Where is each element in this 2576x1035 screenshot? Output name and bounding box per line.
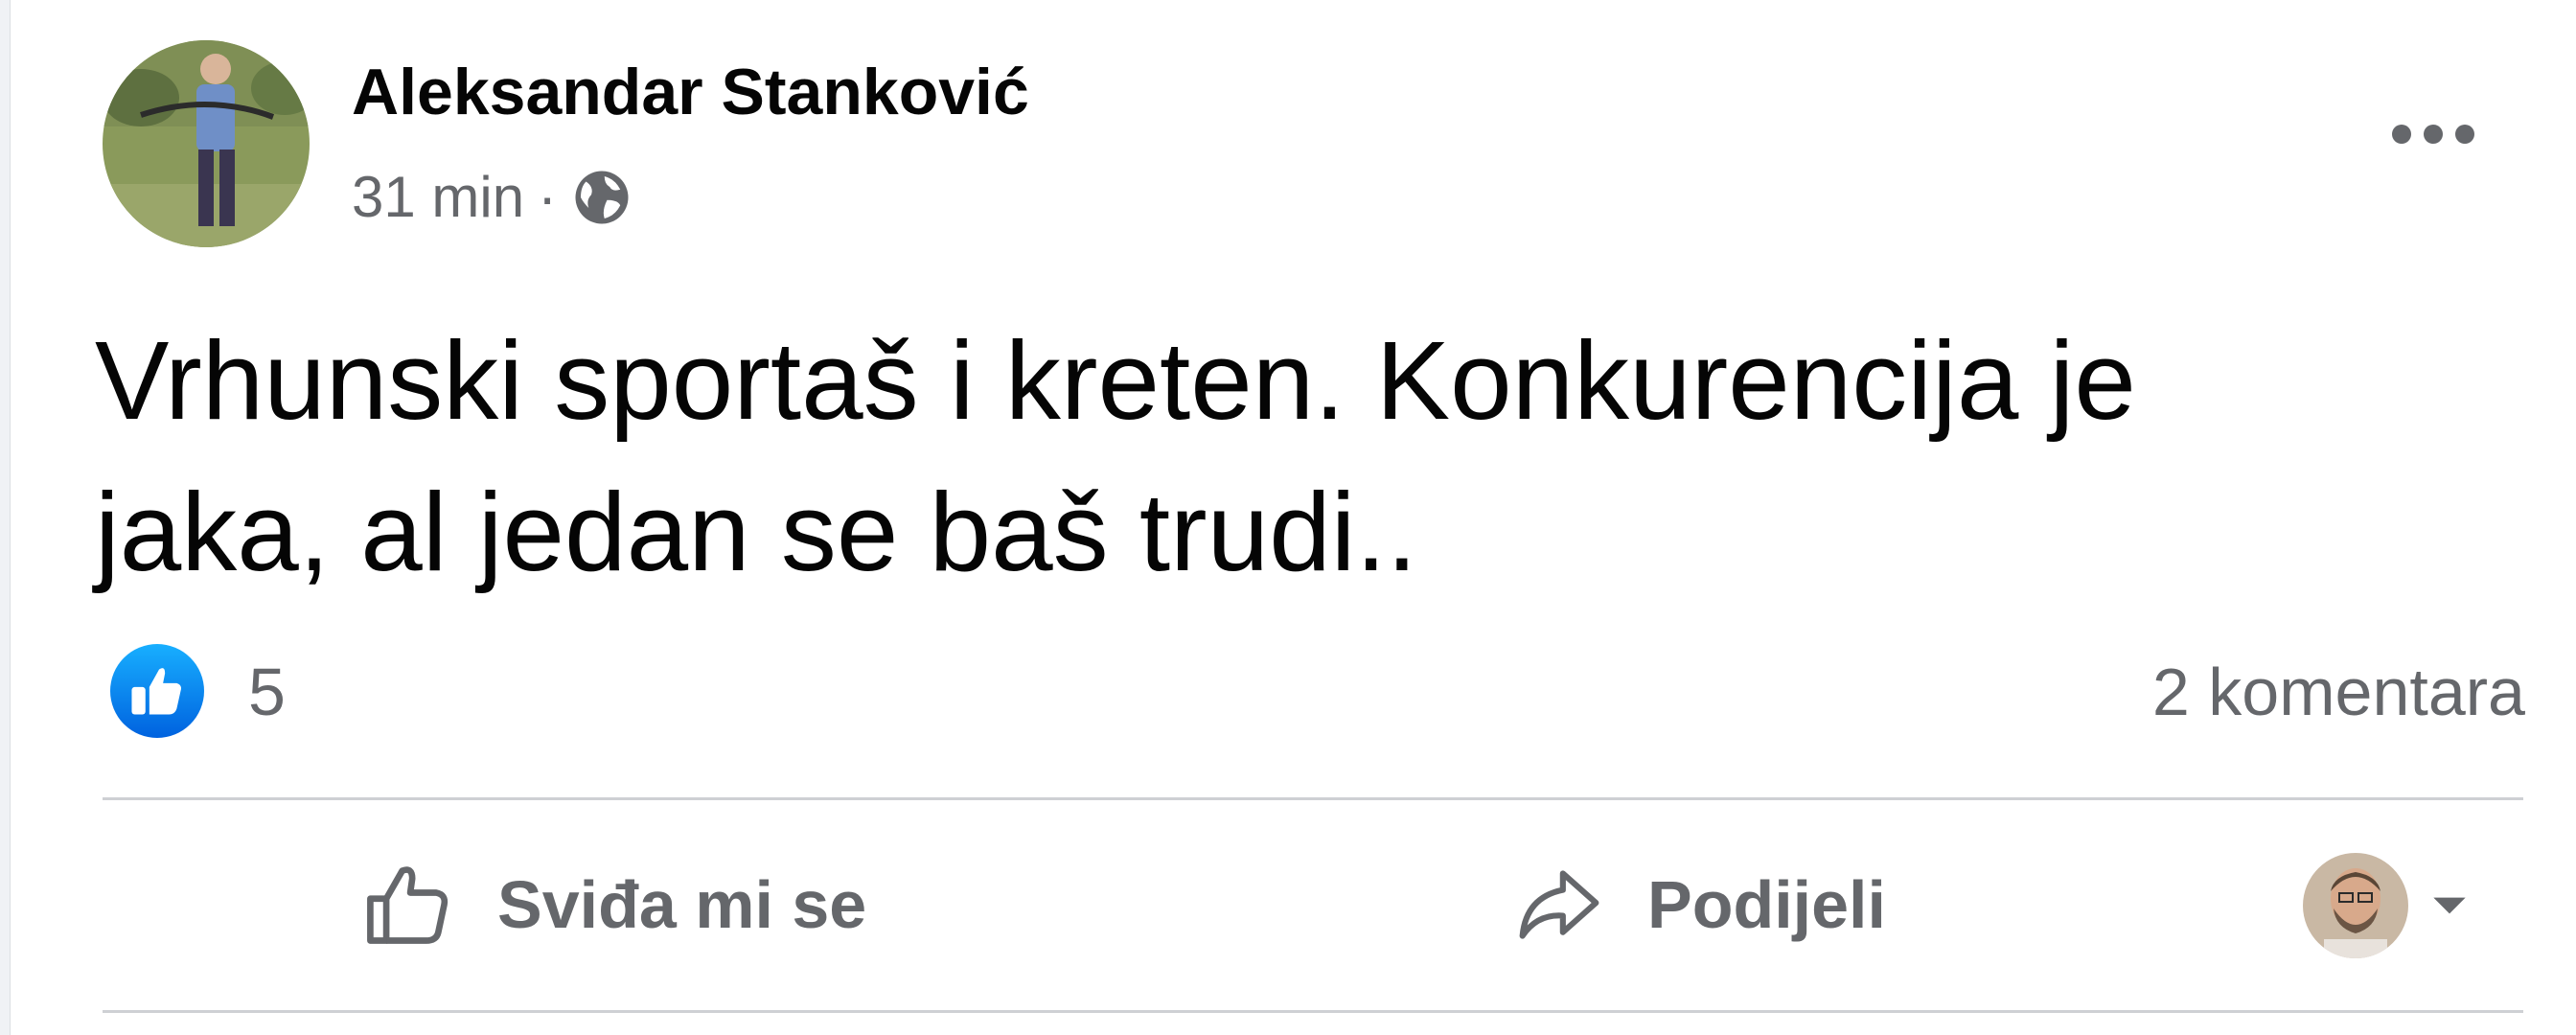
author-name[interactable]: Aleksandar Stanković <box>352 54 1029 130</box>
current-user-avatar <box>2303 853 2408 958</box>
caret-down-icon <box>2433 897 2466 914</box>
like-button[interactable]: Sviđa mi se <box>359 847 866 962</box>
reaction-count[interactable]: 5 <box>248 652 286 732</box>
globe-icon[interactable] <box>570 166 633 229</box>
post-meta: 31 min · <box>352 163 633 232</box>
more-options-button[interactable] <box>2376 96 2491 172</box>
thumbs-up-icon <box>367 866 448 944</box>
post-card: Aleksandar Stanković 31 min · Vrhunski s… <box>10 0 2576 1035</box>
divider-bottom <box>103 1010 2523 1013</box>
divider-top <box>103 797 2523 800</box>
share-button-label: Podijeli <box>1647 867 1886 942</box>
meta-separator: · <box>538 165 558 229</box>
author-photo <box>103 40 310 247</box>
post-time[interactable]: 31 min <box>352 163 524 232</box>
reaction-as-selector[interactable] <box>2303 853 2475 958</box>
post-body: Vrhunski sportaš i kreten. Konkurencija … <box>95 318 2136 594</box>
share-arrow-icon <box>1519 870 1599 939</box>
like-badge-icon[interactable] <box>110 644 204 738</box>
current-user-photo <box>2303 853 2408 958</box>
like-button-label: Sviđa mi se <box>497 867 867 942</box>
more-options-icon <box>2392 125 2474 144</box>
share-button[interactable]: Podijeli <box>1511 847 1886 962</box>
author-avatar[interactable] <box>103 40 310 247</box>
comments-count-link[interactable]: 2 komentara <box>2152 652 2525 732</box>
